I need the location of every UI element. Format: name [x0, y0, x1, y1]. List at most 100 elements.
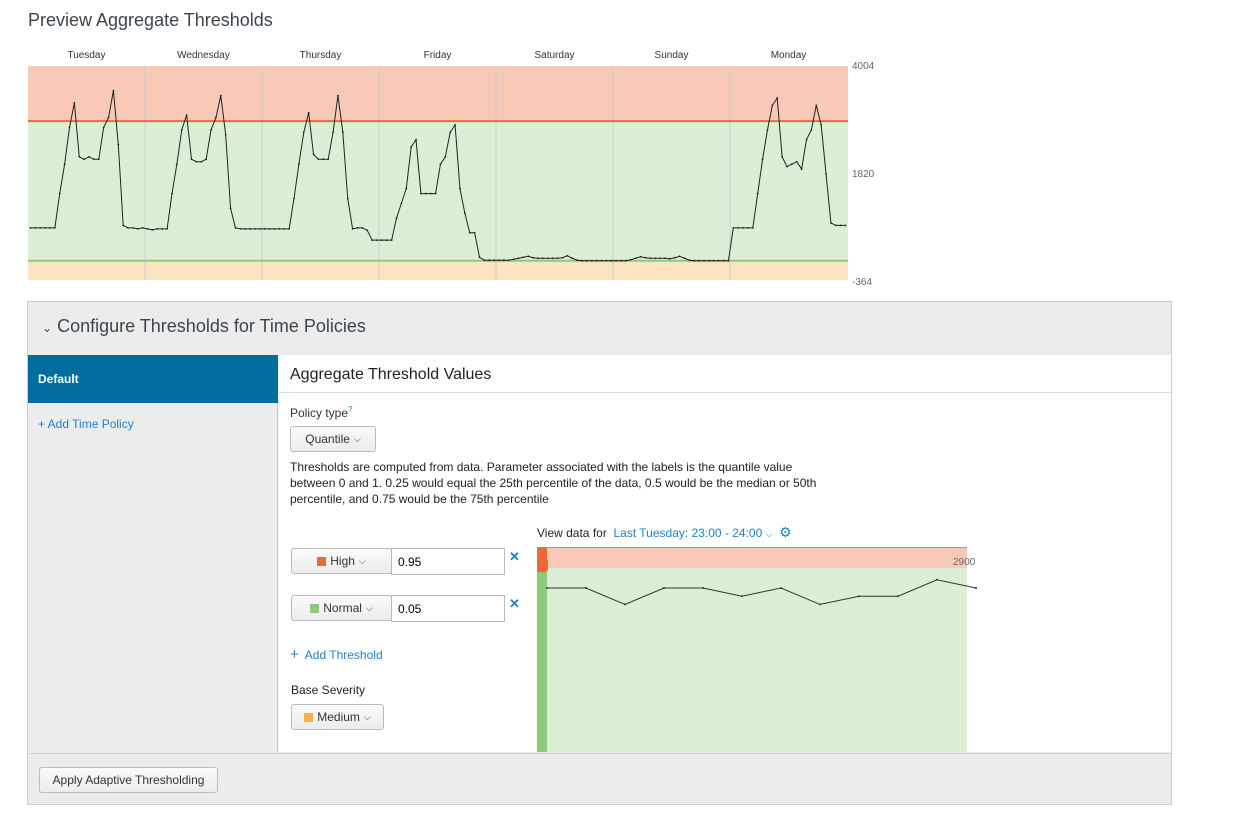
day-label: Monday	[770, 50, 807, 61]
data-point	[215, 116, 217, 119]
medium-band	[28, 260, 848, 280]
slider-handle-high[interactable]	[537, 558, 548, 572]
data-point	[341, 131, 344, 134]
base-severity-dropdown[interactable]: Medium ⌵	[291, 704, 384, 730]
data-point	[805, 138, 808, 141]
sidebar-item-default[interactable]: Default	[28, 355, 278, 403]
apply-adaptive-thresholding-button[interactable]: Apply Adaptive Thresholding	[39, 767, 218, 793]
data-point	[512, 258, 515, 261]
data-point	[571, 257, 574, 260]
data-point	[171, 192, 173, 195]
data-point	[473, 231, 476, 234]
data-point	[795, 160, 798, 163]
view-data-dropdown[interactable]: Last Tuesday: 23:00 - 24:00 ⌵	[614, 526, 773, 540]
preview-chart	[28, 66, 848, 280]
data-point	[156, 227, 159, 230]
data-point	[434, 192, 437, 195]
data-point	[742, 226, 744, 229]
data-point	[29, 226, 32, 229]
data-point	[132, 226, 134, 229]
data-point	[556, 257, 559, 260]
data-point	[815, 104, 818, 107]
data-point	[517, 257, 520, 260]
data-point	[327, 158, 330, 161]
detail-point	[702, 587, 704, 589]
normal-band	[28, 121, 848, 261]
y-tick: 1820	[852, 169, 875, 180]
configure-header[interactable]: ⌄ Configure Thresholds for Time Policies	[28, 302, 1171, 354]
data-point	[102, 126, 105, 129]
data-point	[307, 111, 310, 114]
policy-type-dropdown[interactable]: Quantile ⌵	[290, 426, 376, 452]
day-label: Wednesday	[177, 50, 230, 61]
data-point	[581, 259, 583, 262]
high-band	[537, 547, 967, 568]
data-point	[166, 227, 169, 230]
data-point	[693, 259, 696, 262]
data-point	[620, 259, 622, 262]
data-point	[180, 128, 183, 131]
data-point	[346, 197, 349, 200]
detail-point	[780, 587, 782, 589]
detail-point	[819, 603, 821, 606]
remove-high-icon[interactable]: ✕	[509, 549, 520, 565]
data-point	[688, 259, 691, 262]
remove-normal-icon[interactable]: ✕	[509, 596, 520, 612]
data-point	[390, 239, 393, 242]
data-point	[68, 126, 71, 129]
data-point	[400, 202, 403, 205]
detail-point	[858, 595, 860, 598]
data-point	[376, 239, 378, 242]
data-point	[288, 227, 291, 230]
data-point	[73, 102, 76, 104]
time-policy-sidebar: Default + Add Time Policy	[28, 355, 278, 752]
data-point	[200, 160, 203, 163]
data-point	[712, 259, 715, 262]
help-icon[interactable]: ?	[348, 405, 352, 414]
data-point	[610, 259, 613, 262]
data-point	[395, 217, 398, 219]
policy-type-label: Policy type?	[290, 405, 353, 420]
detail-point	[624, 603, 626, 606]
add-threshold-link[interactable]: + Add Threshold	[290, 646, 383, 663]
gear-icon[interactable]: ⚙	[779, 524, 792, 540]
slider-handle-top[interactable]	[537, 547, 547, 559]
data-point	[590, 259, 593, 262]
detail-point	[663, 587, 665, 589]
data-point	[78, 155, 81, 158]
data-point	[151, 228, 154, 231]
data-point	[268, 227, 271, 230]
data-point	[493, 259, 496, 262]
data-point	[58, 192, 61, 195]
normal-severity-dropdown[interactable]: Normal ⌵	[291, 595, 392, 621]
data-point	[659, 257, 661, 260]
data-point	[576, 259, 579, 262]
day-label: Thursday	[299, 50, 342, 61]
data-point	[790, 163, 793, 166]
data-point	[263, 227, 266, 230]
detail-point	[975, 587, 977, 589]
add-time-policy-link[interactable]: + Add Time Policy	[38, 417, 134, 431]
high-swatch	[317, 556, 327, 566]
footer: Apply Adaptive Thresholding	[28, 753, 1171, 804]
data-point	[273, 227, 276, 230]
data-point	[800, 168, 803, 170]
high-severity-dropdown[interactable]: High ⌵	[291, 548, 392, 574]
data-point	[649, 257, 652, 260]
data-point	[258, 227, 261, 230]
data-point	[600, 259, 603, 262]
data-point	[219, 94, 222, 97]
data-point	[751, 226, 754, 229]
high-threshold-input[interactable]	[391, 548, 505, 575]
data-point	[756, 192, 759, 195]
normal-threshold-input[interactable]	[391, 595, 505, 622]
data-point	[239, 227, 242, 230]
detail-point	[546, 587, 548, 589]
data-point	[141, 226, 144, 229]
data-point	[356, 226, 359, 229]
data-point	[761, 158, 764, 161]
data-point	[317, 158, 320, 161]
threshold-slider-track	[537, 547, 547, 752]
data-point	[595, 259, 598, 262]
data-point	[727, 259, 730, 262]
